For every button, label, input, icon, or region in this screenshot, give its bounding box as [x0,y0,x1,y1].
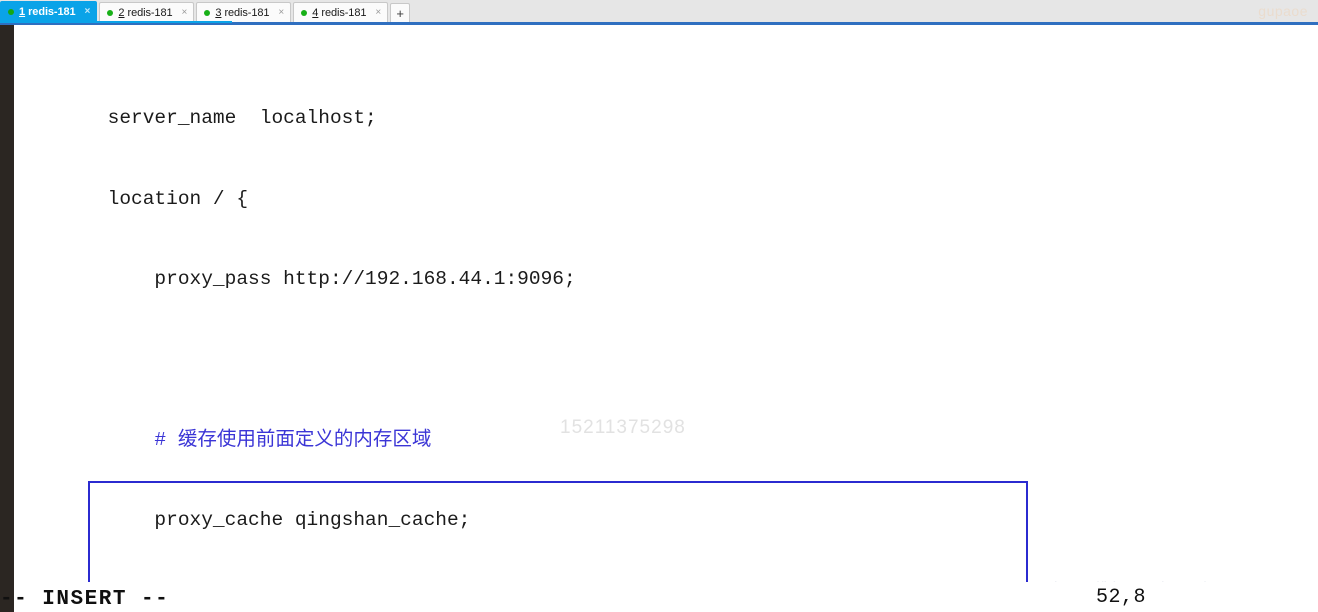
tab-status-dot-icon [8,9,14,15]
tab-status-dot-icon [301,9,308,16]
vim-buffer[interactable]: server_name localhost; location / { prox… [14,25,1318,611]
tab-status-dot-icon [204,9,211,16]
tab-3-redis-181[interactable]: 3 redis-181 × [196,2,292,22]
tab-label: redis-181 [127,6,173,19]
close-icon[interactable]: × [181,7,187,18]
tab-label: redis-181 [321,6,367,19]
close-icon[interactable]: × [85,7,91,17]
tab-1-redis-181[interactable]: 1 redis-181 × [0,1,98,22]
close-icon[interactable]: × [278,7,284,18]
tab-label: redis-181 [224,6,270,19]
tab-number: 1 [19,6,26,18]
code-line: location / { [14,187,249,210]
tab-2-redis-181[interactable]: 2 redis-181 × [99,2,195,22]
close-icon[interactable]: × [375,7,381,18]
vim-status-line: -- INSERT -- 52,8 [0,582,1318,612]
code-line: proxy_pass http://192.168.44.1:9096; [14,268,576,291]
app-logo-watermark: gupaoe [1258,3,1308,19]
terminal-pane[interactable]: server_name localhost; location / { prox… [0,25,1318,612]
tab-number: 3 [215,6,222,19]
code-line: server_name localhost; [14,107,377,130]
phone-watermark: 15211375298 [560,417,686,438]
terminal-left-gutter [0,25,14,612]
code-line: proxy_cache qingshan_cache; [14,509,471,532]
cursor-position-indicator: 52,8 [1095,586,1146,609]
vim-mode-indicator: -- INSERT -- [0,588,170,611]
tab-status-dot-icon [107,9,114,16]
tab-4-redis-181[interactable]: 4 redis-181 × [293,2,389,22]
tab-bar: 1 redis-181 × 2 redis-181 × 3 redis-181 … [0,0,1318,22]
tab-bar-active-underline [0,21,232,23]
tab-label: redis-181 [28,6,76,18]
tab-number: 2 [118,6,125,19]
new-tab-button[interactable]: + [390,3,411,22]
terminal-window: 1 redis-181 × 2 redis-181 × 3 redis-181 … [0,0,1318,612]
tab-number: 4 [312,6,319,19]
